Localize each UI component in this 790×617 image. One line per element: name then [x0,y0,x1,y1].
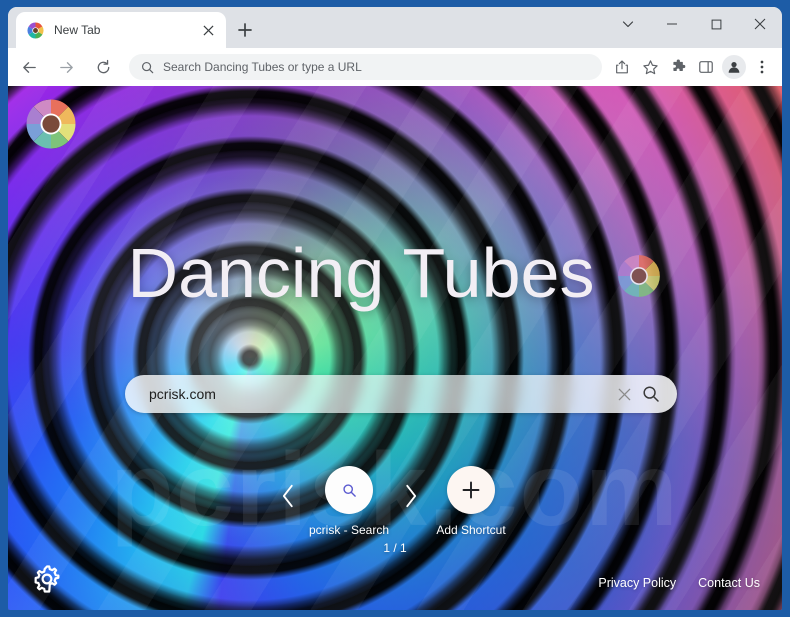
window-controls [606,7,782,41]
search-input[interactable]: pcrisk.com [149,386,613,402]
contact-us-link[interactable]: Contact Us [698,576,760,590]
search-icon[interactable] [639,382,663,406]
tab-title: New Tab [54,23,101,37]
reload-icon[interactable] [89,53,117,81]
tab-search-chevron-down-icon[interactable] [606,7,650,41]
close-icon[interactable] [613,383,635,405]
shortcut-label: pcrisk - Search [308,523,390,537]
tab-new-tab[interactable]: New Tab [16,12,226,48]
color-wheel-icon [618,255,661,297]
shortcuts-row: pcrisk - Search Add Shortcut [8,466,782,537]
chevron-left-icon[interactable] [273,472,303,520]
plus-icon [447,466,495,514]
browser-toolbar: Search Dancing Tubes or type a URL [8,48,782,86]
forward-arrow-icon[interactable] [52,53,80,81]
profile-avatar-icon[interactable] [722,55,746,79]
shortcuts-pager: 1 / 1 [383,541,407,555]
new-tab-button[interactable] [233,18,257,42]
minimize-icon[interactable] [650,7,694,41]
color-wheel-icon [27,22,44,38]
side-panel-icon[interactable] [692,53,720,81]
search-icon [141,61,154,74]
tab-strip: New Tab [8,7,782,48]
back-arrow-icon[interactable] [15,53,43,81]
hero-section: Dancing Tubes pcrisk.com pcrisk - Search… [8,86,782,610]
footer-links: Privacy Policy Contact Us [598,576,760,590]
add-shortcut-label: Add Shortcut [436,523,506,537]
chevron-right-icon[interactable] [395,472,425,520]
search-bar[interactable]: pcrisk.com [125,375,677,413]
extensions-puzzle-icon[interactable] [664,53,692,81]
bookmark-star-icon[interactable] [636,53,664,81]
page-title: Dancing Tubes [127,234,595,312]
share-icon[interactable] [608,53,636,81]
add-shortcut-tile[interactable]: Add Shortcut [425,466,517,537]
new-tab-page: pcrisk.com [8,86,782,610]
privacy-policy-link[interactable]: Privacy Policy [598,576,676,590]
search-icon [325,466,373,514]
close-icon[interactable] [738,7,782,41]
address-bar[interactable]: Search Dancing Tubes or type a URL [129,54,602,80]
browser-window: New Tab Search Dancing Tubes or type a U… [8,7,782,610]
address-bar-placeholder: Search Dancing Tubes or type a URL [163,60,362,74]
three-dot-menu-icon[interactable] [748,53,776,81]
shortcut-tile-pcrisk-search[interactable]: pcrisk - Search [303,466,395,537]
gear-icon[interactable] [30,562,64,596]
window-frame: New Tab Search Dancing Tubes or type a U… [0,0,790,617]
tab-close-icon[interactable] [199,21,218,40]
hero-title-row: Dancing Tubes [8,233,782,313]
maximize-icon[interactable] [694,7,738,41]
